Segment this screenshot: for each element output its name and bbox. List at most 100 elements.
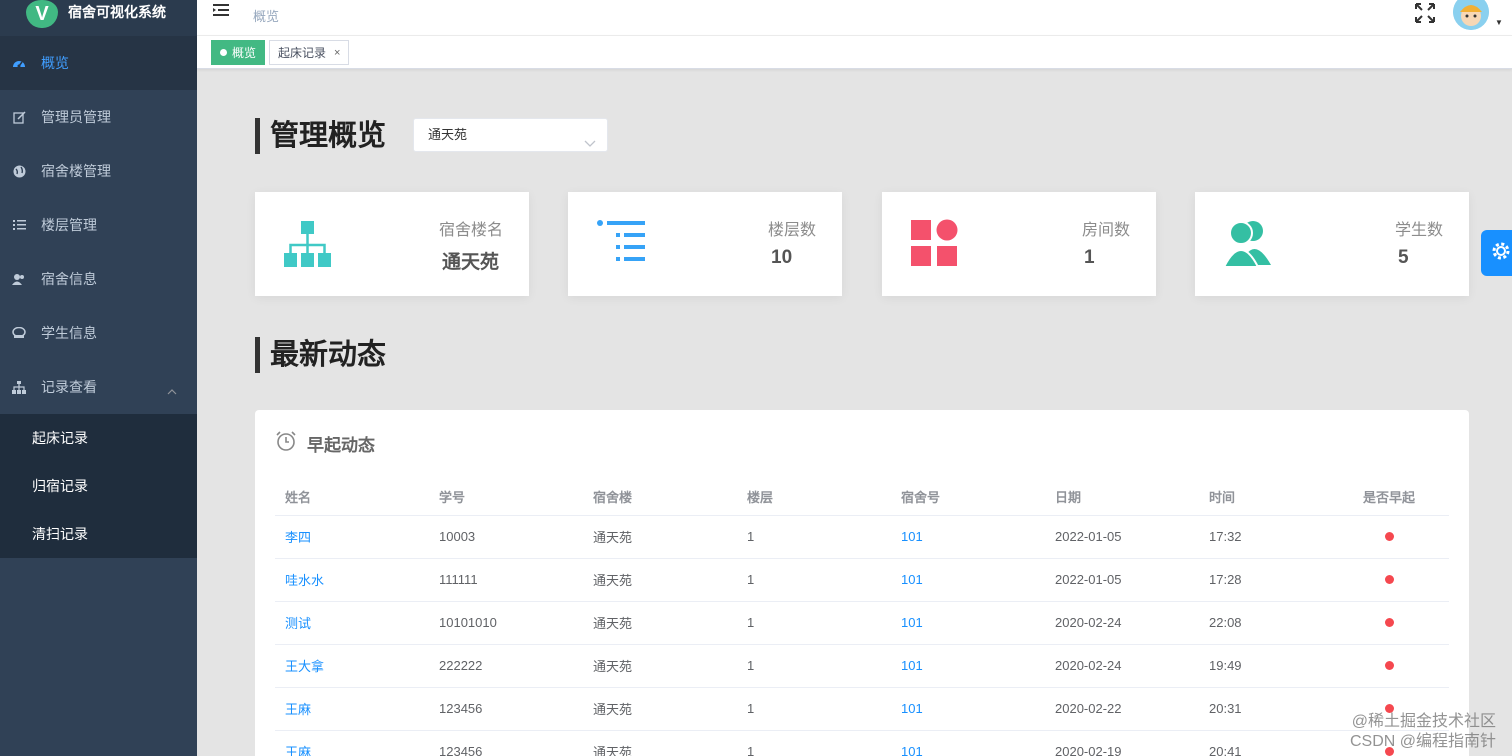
submenu-item-return[interactable]: 归宿记录 xyxy=(0,462,197,510)
table-row: 李四 10003 通天苑 1 101 2022-01-05 17:32 xyxy=(275,515,1449,559)
top-navbar: 概览 ▼ xyxy=(197,0,1512,36)
cell-early xyxy=(1329,601,1449,645)
card-building-name[interactable]: 宿舍楼名 通天苑 xyxy=(255,192,529,296)
sidebar-item-building[interactable]: 宿舍楼管理 xyxy=(0,144,197,198)
active-dot-icon xyxy=(220,49,227,56)
cell-date: 2020-02-22 xyxy=(1045,687,1199,731)
org-chart-icon xyxy=(283,219,333,269)
cell-early xyxy=(1329,644,1449,688)
sidebar-item-records[interactable]: 记录查看 xyxy=(0,360,197,414)
col-name: 姓名 xyxy=(275,478,429,516)
cell-early xyxy=(1329,515,1449,559)
sidebar-item-label: 楼层管理 xyxy=(41,217,97,233)
cell-date: 2020-02-19 xyxy=(1045,730,1199,756)
cell-name[interactable]: 哇水水 xyxy=(275,558,429,602)
watermark-line: CSDN @编程指南针 xyxy=(1349,733,1496,750)
cell-floor: 1 xyxy=(737,558,891,602)
cell-id: 10003 xyxy=(429,515,583,559)
user-avatar[interactable] xyxy=(1453,0,1489,30)
building-select-value: 通天苑 xyxy=(428,127,468,142)
gear-icon xyxy=(1490,240,1512,267)
wakeup-table: 姓名 学号 宿舍楼 楼层 宿舍号 日期 时间 是否早起 李四 10003 通天苑 1 1… xyxy=(275,478,1449,756)
col-time: 时间 xyxy=(1199,478,1329,516)
caret-down-icon[interactable]: ▼ xyxy=(1495,18,1503,27)
users-icon xyxy=(1222,219,1273,269)
sidebar-item-label: 记录查看 xyxy=(41,379,97,395)
sidebar-item-admin[interactable]: 管理员管理 xyxy=(0,90,197,144)
cell-building: 通天苑 xyxy=(583,601,737,645)
sidebar-item-label: 学生信息 xyxy=(41,325,97,341)
sidebar-item-student-info[interactable]: 学生信息 xyxy=(0,306,197,360)
cell-room[interactable]: 101 xyxy=(891,730,1045,756)
table-row: 测试 10101010 通天苑 1 101 2020-02-24 22:08 xyxy=(275,601,1449,645)
building-select[interactable]: 通天苑 xyxy=(413,118,608,152)
sidebar-item-label: 概览 xyxy=(41,55,69,71)
tag-wakeup-records[interactable]: 起床记录 × xyxy=(269,40,350,65)
cell-floor: 1 xyxy=(737,644,891,688)
cell-date: 2022-01-05 xyxy=(1045,515,1199,559)
status-dot-icon xyxy=(1384,532,1394,541)
status-dot-icon xyxy=(1384,618,1394,627)
globe-icon xyxy=(12,164,26,178)
panel-title: 早起动态 xyxy=(307,436,375,455)
cell-name[interactable]: 测试 xyxy=(275,601,429,645)
edit-icon xyxy=(12,110,26,124)
cell-building: 通天苑 xyxy=(583,687,737,731)
dashboard-icon xyxy=(12,56,26,70)
card-label: 楼层数 xyxy=(767,222,816,239)
cell-room[interactable]: 101 xyxy=(891,515,1045,559)
cell-building: 通天苑 xyxy=(583,644,737,688)
card-room-count[interactable]: 房间数 1 xyxy=(882,192,1156,296)
tag-overview[interactable]: 概览 xyxy=(211,40,266,65)
card-value: 通天苑 xyxy=(442,252,500,273)
chevron-up-icon xyxy=(167,382,177,398)
cell-floor: 1 xyxy=(737,730,891,756)
cell-date: 2022-01-05 xyxy=(1045,558,1199,602)
list-icon xyxy=(12,218,26,232)
cell-name[interactable]: 王麻 xyxy=(275,687,429,731)
cell-time: 17:32 xyxy=(1199,515,1329,559)
card-label: 学生数 xyxy=(1394,222,1443,239)
card-value: 5 xyxy=(1398,247,1409,268)
cell-id: 222222 xyxy=(429,644,583,688)
table-header-row: 姓名 学号 宿舍楼 楼层 宿舍号 日期 时间 是否早起 xyxy=(275,478,1449,516)
cell-name[interactable]: 王大拿 xyxy=(275,644,429,688)
cell-id: 111111 xyxy=(429,558,583,602)
card-label: 宿舍楼名 xyxy=(438,222,503,239)
card-student-count[interactable]: 学生数 5 xyxy=(1195,192,1469,296)
card-floor-count[interactable]: 楼层数 10 xyxy=(568,192,842,296)
user-icon xyxy=(12,272,26,286)
sidebar-item-dorm-info[interactable]: 宿舍信息 xyxy=(0,252,197,306)
col-early: 是否早起 xyxy=(1329,478,1449,516)
submenu-item-cleaning[interactable]: 清扫记录 xyxy=(0,510,197,558)
submenu-item-wakeup[interactable]: 起床记录 xyxy=(0,414,197,462)
fullscreen-icon[interactable] xyxy=(1415,3,1435,28)
status-dot-icon xyxy=(1384,661,1394,670)
cell-name[interactable]: 李四 xyxy=(275,515,429,559)
hamburger-icon[interactable] xyxy=(213,3,231,24)
settings-button[interactable] xyxy=(1481,230,1512,276)
sidebar-logo[interactable]: V 宿舍可视化系统 xyxy=(0,0,197,36)
cell-room[interactable]: 101 xyxy=(891,558,1045,602)
sidebar-item-floor[interactable]: 楼层管理 xyxy=(0,198,197,252)
card-label: 房间数 xyxy=(1081,222,1130,239)
sidebar-item-overview[interactable]: 概览 xyxy=(0,36,197,90)
col-floor: 楼层 xyxy=(737,478,891,516)
close-icon[interactable]: × xyxy=(334,47,340,59)
table-row: 哇水水 111111 通天苑 1 101 2022-01-05 17:28 xyxy=(275,558,1449,602)
cell-room[interactable]: 101 xyxy=(891,644,1045,688)
tree-icon xyxy=(12,380,26,394)
cell-id: 10101010 xyxy=(429,601,583,645)
sidebar-item-label: 宿舍楼管理 xyxy=(41,163,111,179)
cell-name[interactable]: 王麻 xyxy=(275,730,429,756)
table-row: 王麻 123456 通天苑 1 101 2020-02-19 20:41 xyxy=(275,730,1449,756)
table-row: 王麻 123456 通天苑 1 101 2020-02-22 20:31 xyxy=(275,687,1449,731)
sidebar: V 宿舍可视化系统 概览 管理员管理 宿舍楼管理 楼层管理 宿舍信息 学生信息 … xyxy=(0,0,197,756)
cell-room[interactable]: 101 xyxy=(891,687,1045,731)
sidebar-item-label: 管理员管理 xyxy=(41,109,111,125)
tag-label: 概览 xyxy=(232,46,257,60)
panel-header: 早起动态 xyxy=(275,430,375,457)
cell-room[interactable]: 101 xyxy=(891,601,1045,645)
cell-early xyxy=(1329,558,1449,602)
cell-time: 19:49 xyxy=(1199,644,1329,688)
